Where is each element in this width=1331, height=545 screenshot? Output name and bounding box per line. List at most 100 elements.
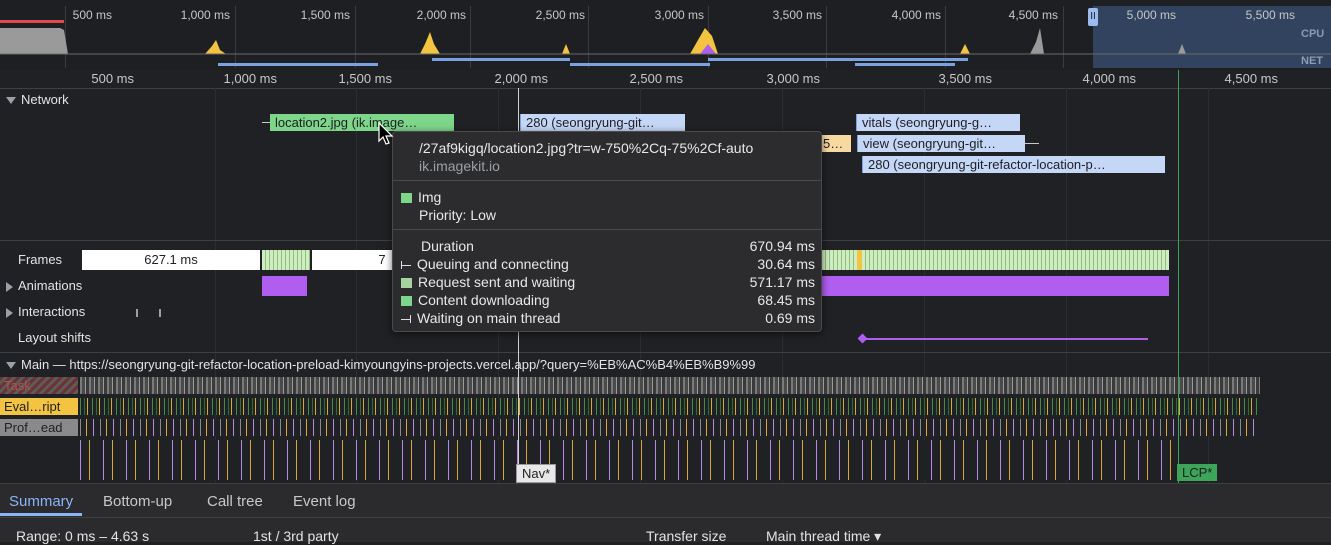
transfer-size-header[interactable]: Transfer size [646, 528, 726, 544]
profile-label[interactable]: Prof…ead [0, 419, 78, 436]
nav-marker[interactable]: Nav* [516, 464, 557, 483]
ruler-tick: 4,500 ms [1224, 71, 1278, 86]
tab-bottom-up[interactable]: Bottom-up [94, 484, 181, 516]
expand-triangle-icon[interactable] [6, 281, 13, 292]
collapse-triangle-icon[interactable] [6, 97, 16, 105]
network-activity-bar [570, 63, 710, 66]
mouse-cursor-icon [378, 122, 394, 145]
request-wick [262, 122, 270, 123]
evaluate-script-label[interactable]: Eval…ript [0, 398, 78, 415]
network-activity-bar [855, 63, 955, 66]
main-thread-time-header[interactable]: Main thread time ▾ [766, 528, 881, 545]
request-280[interactable]: 280 (seongryung-git… [520, 114, 685, 131]
network-activity-bar [708, 58, 968, 61]
tooltip-row-value: 68.45 ms [757, 292, 815, 308]
ruler-tick: 3,500 ms [938, 71, 992, 86]
network-activity-bar [218, 63, 378, 66]
green-swatch-icon [401, 296, 412, 307]
tab-summary[interactable]: Summary [0, 484, 83, 516]
interactions-track-header[interactable]: Interactions [6, 304, 85, 319]
frames-track-label[interactable]: Frames [18, 252, 62, 267]
tooltip-row-label: Waiting on main thread [417, 310, 561, 326]
ruler-tick: 1,500 ms [338, 71, 392, 86]
tooltip-row-value: 571.17 ms [749, 274, 815, 290]
tab-call-tree[interactable]: Call tree [198, 484, 272, 516]
request-vitals[interactable]: vitals (seongryung-g… [856, 114, 1020, 131]
interactions-track-label: Interactions [18, 304, 86, 319]
network-activity-bar [432, 58, 570, 61]
task-row[interactable] [80, 377, 1260, 394]
frame-box[interactable]: 627.1 ms [82, 250, 260, 270]
wick-icon [401, 261, 411, 270]
wick-icon [401, 315, 411, 324]
tooltip-queuing-row: Queuing and connecting 30.64 ms [401, 255, 815, 273]
ruler-tick: 2,000 ms [494, 71, 548, 86]
tab-bar-divider [0, 517, 1331, 518]
ruler-tick: 500 ms [91, 71, 134, 86]
tooltip-row-value: 30.64 ms [757, 256, 815, 272]
tooltip-row-label: Queuing and connecting [417, 256, 569, 272]
img-swatch-icon [401, 193, 412, 204]
tooltip-divider [393, 180, 821, 181]
request-280-long[interactable]: 280 (seongryung-git-refactor-location-p… [862, 156, 1165, 173]
expand-triangle-icon[interactable] [6, 307, 13, 318]
request-truncated[interactable]: 5… [818, 135, 851, 152]
tooltip-divider [393, 229, 821, 230]
deep-call-stack[interactable] [80, 440, 1180, 480]
ruler-tick: 4,000 ms [1082, 71, 1136, 86]
net-lane-label: NET [1301, 55, 1323, 67]
light-green-swatch-icon [401, 278, 412, 289]
main-thread-header[interactable]: Main — https://seongryung-git-refactor-l… [6, 357, 756, 372]
frames-strip[interactable] [262, 250, 310, 270]
tooltip-row-value: 0.69 ms [765, 310, 815, 326]
tooltip-url: /27af9kigq/location2.jpg?tr=w-750%2Cq-75… [419, 140, 754, 156]
interaction-tick [136, 309, 138, 317]
tooltip-resource-type: Img [418, 189, 442, 205]
partial-frame [857, 250, 862, 270]
request-wick [1025, 143, 1039, 144]
animation-bar[interactable] [262, 276, 307, 296]
tooltip-priority: Priority: Low [419, 207, 497, 223]
request-location2-jpg[interactable]: location2.jpg (ik.image… [270, 114, 454, 131]
animation-bar[interactable] [822, 276, 1169, 296]
network-track-header[interactable]: Network [6, 92, 69, 107]
frames-strip[interactable] [822, 250, 1169, 270]
tooltip-row-label: Request sent and waiting [418, 274, 576, 290]
cpu-lane-label: CPU [1301, 28, 1325, 40]
range-text: Range: 0 ms – 4.63 s [16, 528, 150, 544]
track-separator [0, 352, 1331, 353]
tooltip-row-label: Content downloading [418, 292, 550, 308]
tooltip-duration-row: Duration 670.94 ms [421, 237, 815, 255]
tooltip-waiting-row: Waiting on main thread 0.69 ms [401, 309, 815, 327]
animations-track-label: Animations [18, 278, 83, 293]
request-view[interactable]: view (seongryung-git… [857, 135, 1025, 152]
network-track-label: Network [21, 92, 69, 107]
network-request-tooltip: /27af9kigq/location2.jpg?tr=w-750%2Cq-75… [392, 131, 822, 332]
layout-shift-diamond-icon[interactable] [857, 333, 868, 344]
time-ruler: 500 ms 1,000 ms 1,500 ms 2,000 ms 2,500 … [0, 70, 1331, 89]
script-row[interactable] [80, 398, 1260, 415]
tooltip-host: ik.imagekit.io [419, 158, 500, 174]
tooltip-request-row: Request sent and waiting 571.17 ms [401, 273, 815, 291]
lcp-marker[interactable]: LCP* [1177, 464, 1218, 481]
ruler-tick: 3,000 ms [766, 71, 820, 86]
cpu-activity-graph [0, 20, 1331, 55]
tooltip-row-value: 670.94 ms [749, 238, 815, 254]
layout-shifts-track-label[interactable]: Layout shifts [18, 330, 91, 345]
main-thread-label: Main — https://seongryung-git-refactor-l… [21, 357, 756, 372]
timeline-overview[interactable]: II 500 ms 1,000 ms 1,500 ms 2,000 ms 2,5… [0, 0, 1331, 71]
collapse-triangle-icon[interactable] [6, 362, 16, 370]
tab-event-log[interactable]: Event log [284, 484, 365, 516]
animations-track-header[interactable]: Animations [6, 278, 82, 293]
ruler-tick: 1,000 ms [223, 71, 277, 86]
interaction-tick [159, 309, 161, 317]
profile-row[interactable] [80, 419, 1260, 436]
lcp-marker-line [1178, 70, 1179, 483]
task-row-label[interactable]: Task [0, 377, 78, 394]
tooltip-row-label: Duration [421, 238, 474, 254]
details-panel: Summary Bottom-up Call tree Event log Ra… [0, 483, 1331, 545]
party-column-header[interactable]: 1st / 3rd party [253, 528, 339, 544]
layout-shift-bar[interactable] [862, 338, 1148, 340]
ruler-tick: 2,500 ms [629, 71, 683, 86]
tooltip-download-row: Content downloading 68.45 ms [401, 291, 815, 309]
